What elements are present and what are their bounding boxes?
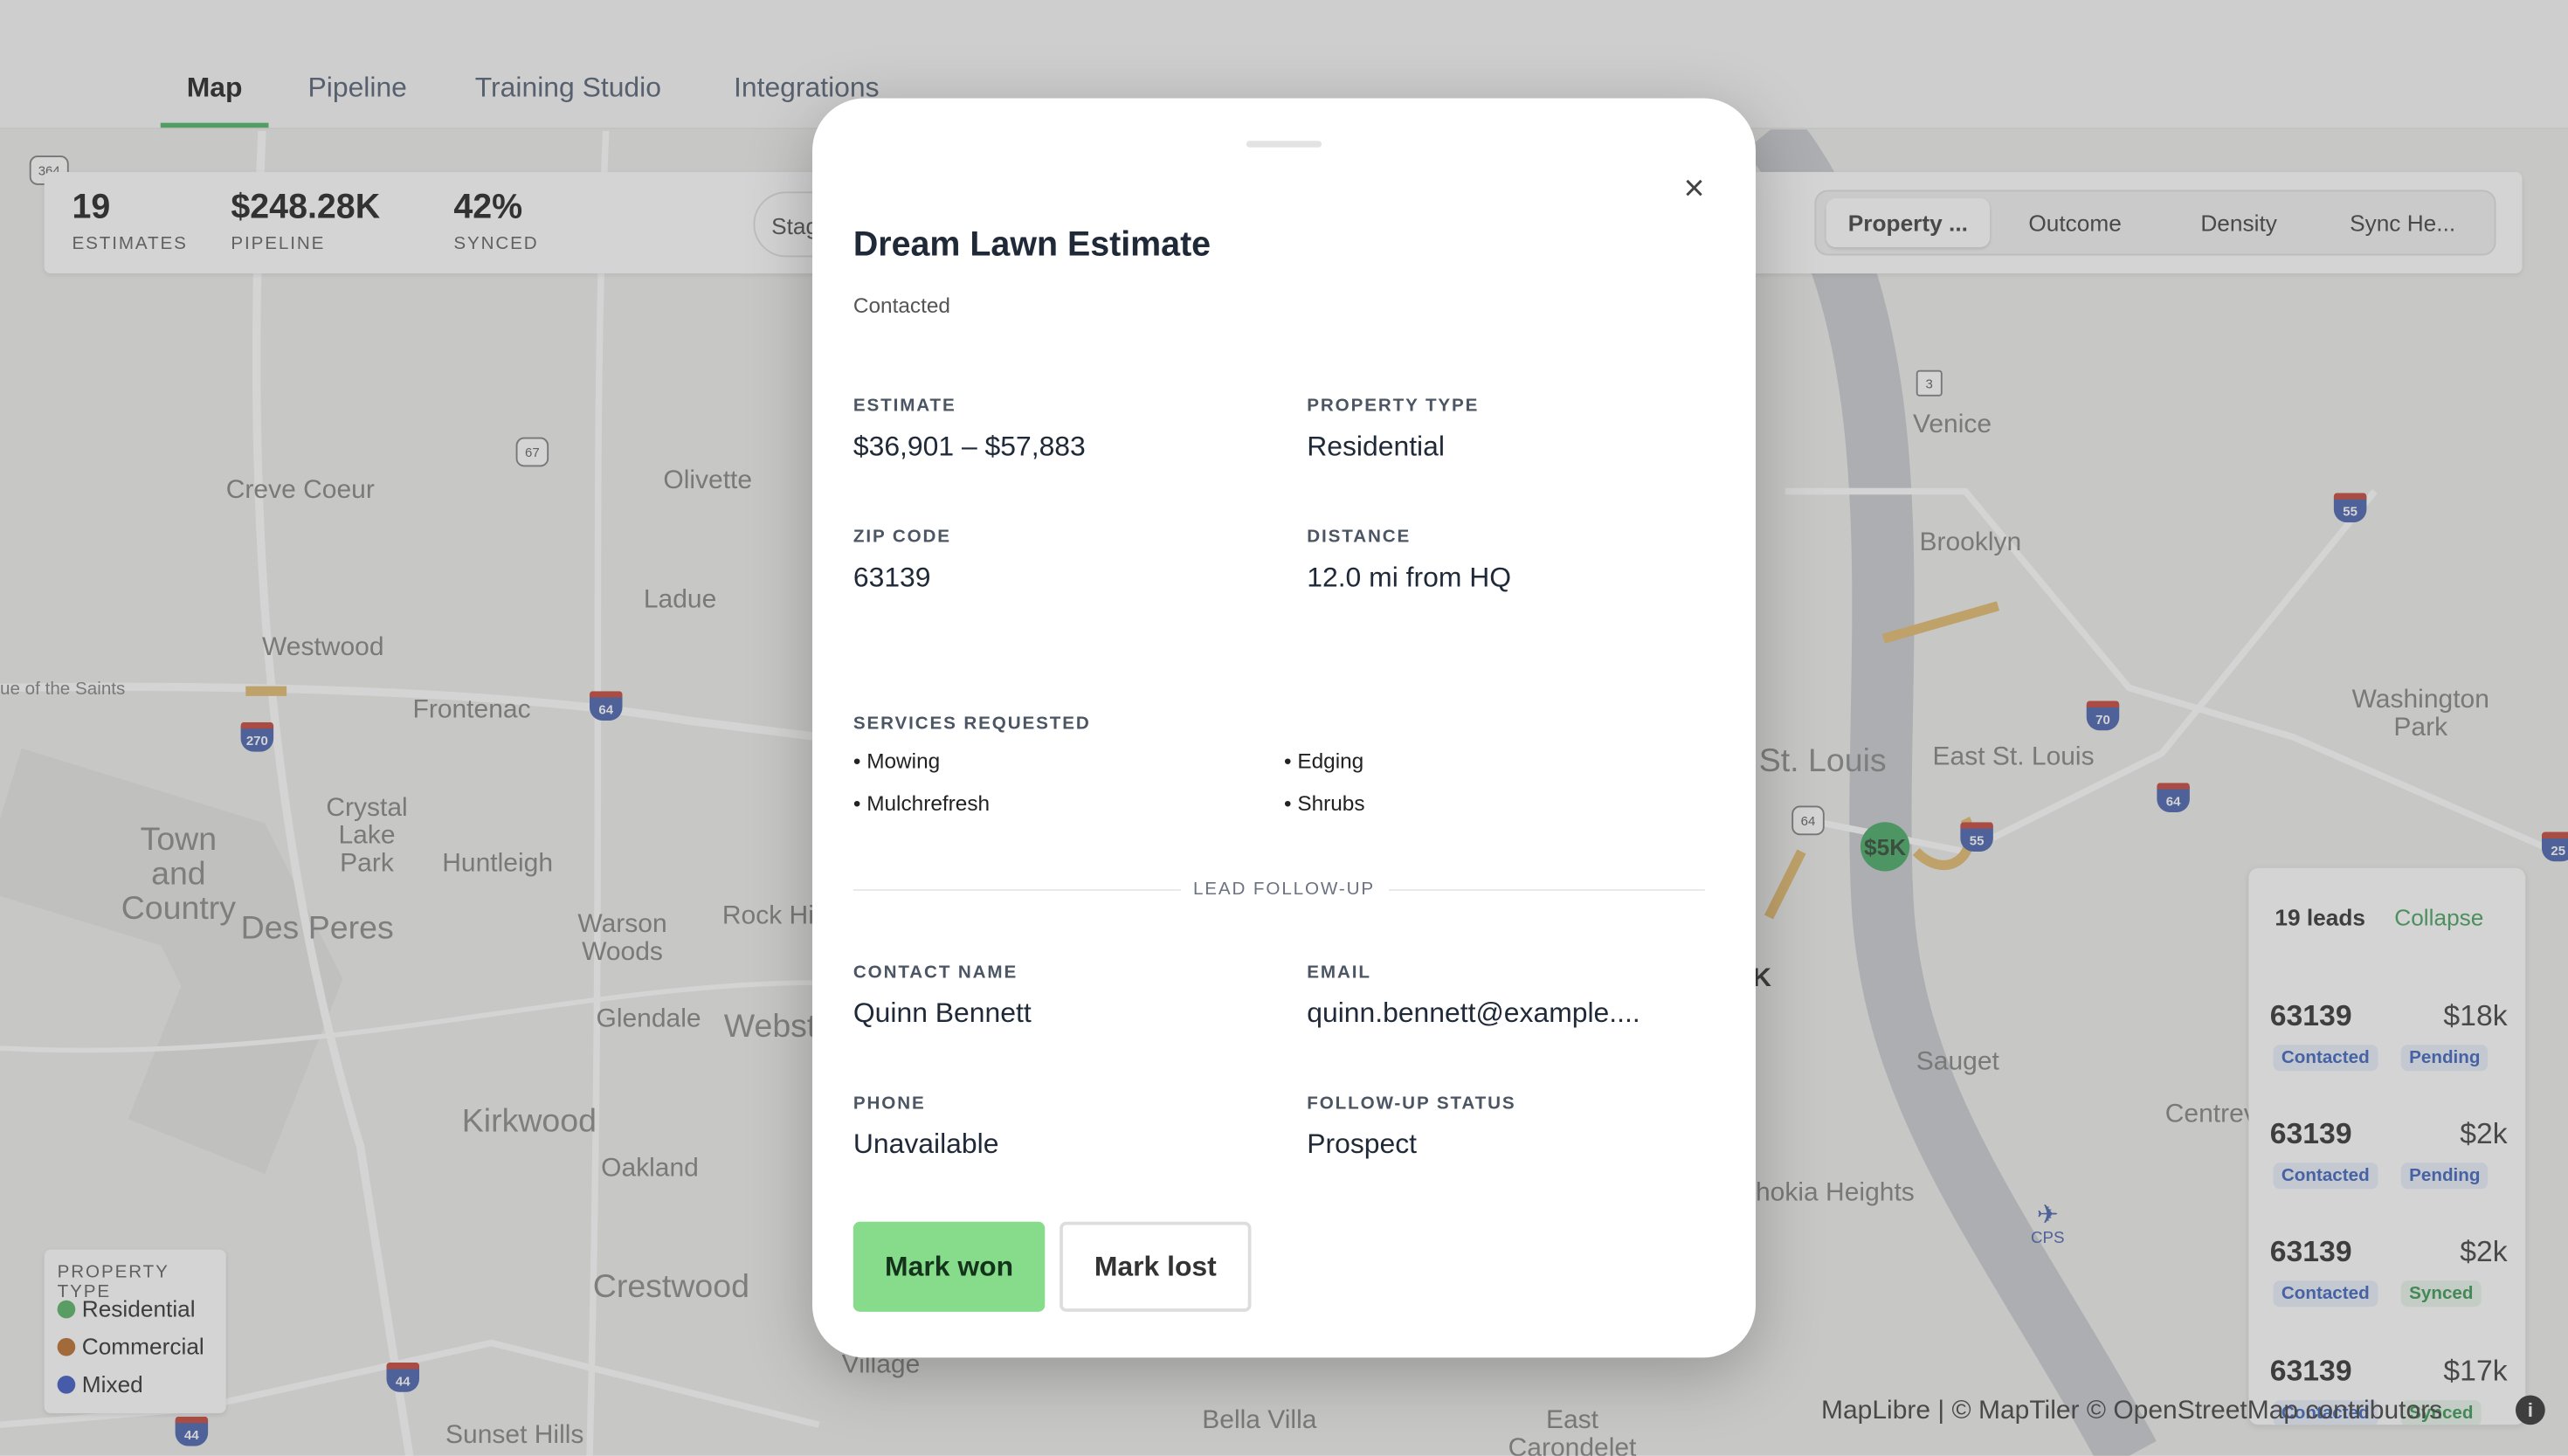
estimate-value: $36,901 – $57,883	[853, 431, 1086, 462]
property-type-label: PROPERTY TYPE	[1307, 396, 1480, 417]
modal-status: Contacted	[853, 293, 950, 318]
service-name: Mulchrefresh	[866, 790, 991, 816]
mark-won-button[interactable]: Mark won	[853, 1221, 1046, 1312]
service-item: • Mulchrefresh	[853, 790, 991, 816]
service-name: Shrubs	[1297, 790, 1365, 816]
followup-section-text: LEAD FOLLOW-UP	[1179, 879, 1389, 900]
service-item: • Mowing	[853, 748, 941, 773]
mark-lost-button[interactable]: Mark lost	[1060, 1221, 1252, 1312]
zip-label: ZIP CODE	[853, 527, 951, 548]
followup-status-label: FOLLOW-UP STATUS	[1307, 1094, 1516, 1114]
contact-name-label: CONTACT NAME	[853, 963, 1018, 983]
drag-handle[interactable]	[1246, 141, 1322, 148]
service-item: • Shrubs	[1284, 790, 1365, 816]
email-label: EMAIL	[1307, 963, 1371, 983]
followup-section-label: LEAD FOLLOW-UP	[812, 879, 1756, 900]
zip-value: 63139	[853, 562, 931, 593]
phone-value: Unavailable	[853, 1128, 999, 1160]
email-value[interactable]: quinn.bennett@example....	[1307, 997, 1640, 1031]
service-item: • Edging	[1284, 748, 1364, 773]
modal-title: Dream Lawn Estimate	[853, 225, 1212, 264]
service-name: Mowing	[866, 748, 941, 773]
close-icon[interactable]: ×	[1684, 169, 1705, 206]
lead-detail-modal: × Dream Lawn Estimate Contacted ESTIMATE…	[812, 98, 1756, 1358]
phone-label: PHONE	[853, 1094, 926, 1114]
service-name: Edging	[1297, 748, 1364, 773]
distance-label: DISTANCE	[1307, 527, 1412, 548]
distance-value: 12.0 mi from HQ	[1307, 562, 1512, 593]
services-label: SERVICES REQUESTED	[853, 714, 1091, 735]
property-type-value: Residential	[1307, 431, 1445, 462]
contact-name-value: Quinn Bennett	[853, 997, 1032, 1029]
estimate-label: ESTIMATE	[853, 396, 956, 417]
followup-status-value: Prospect	[1307, 1128, 1418, 1160]
